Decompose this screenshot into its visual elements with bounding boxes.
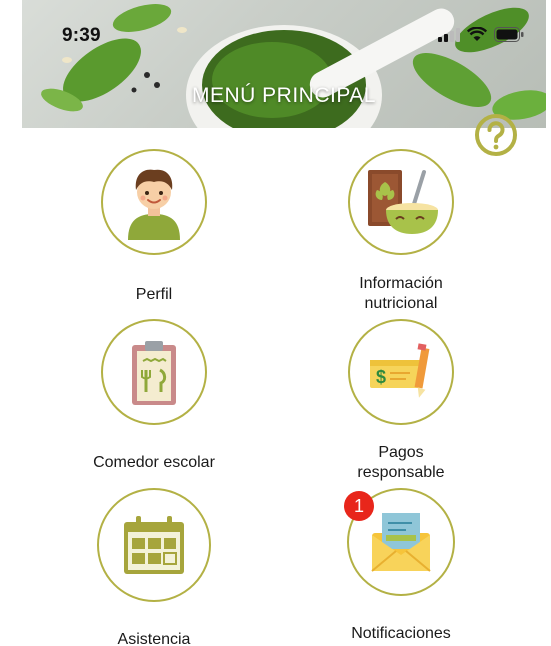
check-payment-icon: $ [370, 343, 430, 398]
menu-item-pagos-responsable[interactable]: $ Pagos responsable [301, 319, 501, 483]
wifi-icon [467, 27, 487, 41]
menu-item-label: Asistencia [117, 631, 191, 646]
menu-icon-circle [348, 149, 454, 255]
menu-item-label: Información nutricional [359, 275, 443, 312]
menu-icon-circle [101, 149, 207, 255]
cereal-bowl-icon [368, 170, 438, 234]
svg-text:$: $ [376, 367, 386, 387]
calendar-icon [124, 516, 184, 574]
main-menu-screen: 9:39 MENÚ PRINCIPAL Perfil Información n… [0, 0, 551, 646]
menu-icon-circle [97, 488, 211, 602]
menu-item-notificaciones[interactable]: 1 Notificaciones [301, 488, 501, 644]
menu-item-label: Perfil [135, 286, 173, 303]
status-time: 9:39 [62, 25, 101, 46]
header-banner: 9:39 MENÚ PRINCIPAL [22, 0, 546, 128]
clipboard-menu-icon [132, 341, 176, 405]
menu-item-informacion-nutricional[interactable]: Información nutricional [301, 149, 501, 314]
child-avatar-icon [128, 169, 180, 240]
menu-icon-circle: $ [348, 319, 454, 425]
envelope-icon [371, 513, 431, 572]
menu-item-perfil[interactable]: Perfil [54, 149, 254, 305]
menu-item-label: Pagos responsable [357, 444, 445, 481]
page-title: MENÚ PRINCIPAL [192, 84, 376, 107]
status-icons [438, 27, 524, 42]
notification-badge: 1 [344, 491, 374, 521]
menu-item-label: Notificaciones [351, 625, 451, 642]
menu-item-comedor-escolar[interactable]: Comedor escolar [54, 319, 254, 473]
menu-icon-circle [101, 319, 207, 425]
cellular-signal-icon [438, 27, 460, 42]
battery-icon [494, 27, 524, 42]
menu-item-asistencia[interactable]: Asistencia [54, 488, 254, 646]
header-photo [41, 4, 546, 128]
menu-item-label: Comedor escolar [93, 454, 215, 471]
